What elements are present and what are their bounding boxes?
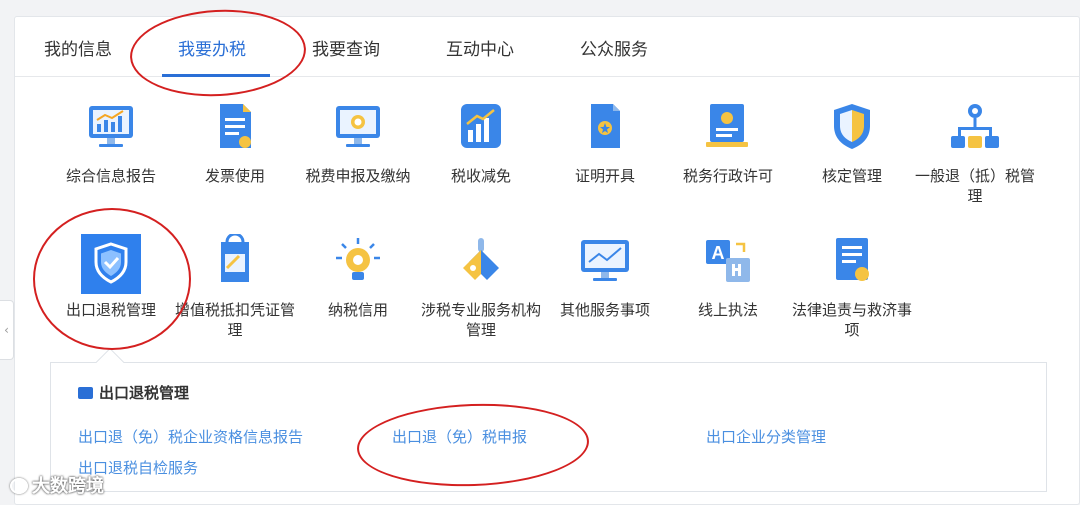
- menu-item-label: 发票使用: [204, 167, 265, 185]
- bar-chart-icon: [461, 104, 501, 148]
- menu-item-credit[interactable]: 纳税信用: [298, 234, 418, 320]
- menu-item-general-refund[interactable]: 一般退（抵）税管理: [915, 100, 1035, 206]
- menu-item-label: 一般退（抵）税管理: [915, 167, 1036, 205]
- briefcase-icon: [78, 387, 93, 399]
- monitor-coin-icon: [336, 106, 380, 147]
- watermark-logo: 大数跨境: [10, 472, 104, 498]
- monitor-line-icon: [581, 240, 629, 281]
- menu-item-agency[interactable]: 涉税专业服务机构管理: [421, 234, 541, 340]
- menu-item-label: 增值税抵扣凭证管理: [175, 301, 296, 339]
- collapse-left-button[interactable]: ‹: [0, 300, 14, 360]
- menu-item-label: 法律追责与救济事项: [792, 301, 913, 339]
- lightbulb-icon: [336, 238, 380, 280]
- monitor-chart-icon: [89, 106, 133, 147]
- menu-item-label: 税费申报及缴纳: [305, 167, 411, 185]
- menu-item-label: 涉税专业服务机构管理: [421, 301, 542, 339]
- menu-item-enforcement[interactable]: A 线上执法: [668, 234, 788, 320]
- menu-item-label: 税收减免: [450, 167, 511, 185]
- link-export-enterprise-classification[interactable]: 出口企业分类管理: [706, 426, 826, 447]
- menu-item-label: 纳税信用: [327, 301, 388, 319]
- menu-item-license[interactable]: 税务行政许可: [668, 100, 788, 186]
- translate-icon: A: [706, 240, 750, 282]
- logo-icon: [10, 478, 28, 494]
- voucher-icon: [221, 234, 249, 282]
- menu-item-vat-voucher[interactable]: 增值税抵扣凭证管理: [175, 234, 295, 340]
- tab-query[interactable]: 我要查询: [312, 35, 380, 60]
- menu-item-tax-relief[interactable]: 税收减免: [421, 100, 541, 186]
- menu-item-label: 其他服务事项: [559, 301, 650, 319]
- menu-item-info-report[interactable]: 综合信息报告: [51, 100, 171, 186]
- menu-item-label: 证明开具: [574, 167, 635, 185]
- tab-interaction[interactable]: 互动中心: [446, 35, 514, 60]
- annotation-circle-export-refund: [33, 208, 191, 350]
- menu-item-label: 综合信息报告: [65, 167, 156, 185]
- menu-item-label: 税务行政许可: [682, 167, 773, 185]
- tab-my-info[interactable]: 我的信息: [44, 35, 112, 60]
- org-chart-icon: [951, 104, 999, 148]
- tag-icon: [463, 238, 499, 280]
- invoice-icon: [220, 104, 251, 148]
- certificate-icon: [591, 104, 620, 148]
- tab-public-service[interactable]: 公众服务: [580, 35, 648, 60]
- menu-item-invoice[interactable]: 发票使用: [175, 100, 295, 186]
- menu-item-label: 线上执法: [697, 301, 758, 319]
- license-icon: [706, 104, 748, 147]
- svg-text:A: A: [712, 243, 725, 263]
- menu-item-label: 核定管理: [821, 167, 882, 185]
- document-icon: [836, 238, 869, 281]
- menu-item-declaration[interactable]: 税费申报及缴纳: [298, 100, 418, 186]
- link-export-qualification-report[interactable]: 出口退（免）税企业资格信息报告: [78, 426, 303, 447]
- menu-item-certificate[interactable]: 证明开具: [545, 100, 665, 186]
- menu-item-other[interactable]: 其他服务事项: [545, 234, 665, 320]
- menu-item-legal[interactable]: 法律追责与救济事项: [792, 234, 912, 340]
- menu-item-verification[interactable]: 核定管理: [792, 100, 912, 186]
- shield-icon: [834, 104, 870, 149]
- submenu-title: 出口退税管理: [78, 382, 189, 403]
